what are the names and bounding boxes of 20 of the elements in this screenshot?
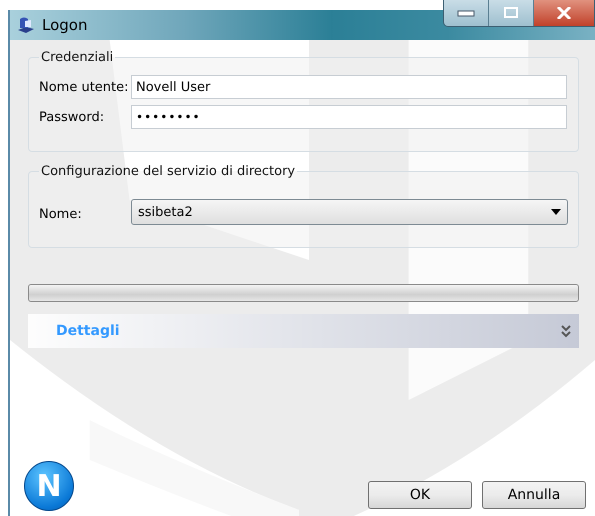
minimize-icon (457, 9, 475, 17)
group-title: Configurazione del servizio di directory (40, 164, 296, 179)
dialog-button[interactable]: OK (368, 481, 472, 509)
username-field[interactable]: Novell User (131, 75, 567, 99)
minimize-button[interactable] (444, 0, 489, 26)
maximize-icon (504, 7, 518, 19)
group-title: Credenziali (40, 50, 114, 65)
password-field[interactable]: •••••••• (131, 105, 567, 129)
close-button[interactable] (534, 0, 594, 26)
field-label: Password: (39, 110, 106, 124)
dropdown-arrow-icon (551, 209, 561, 215)
app-icon (16, 16, 36, 34)
window-title: Logon (42, 16, 88, 34)
chevron-down-icon (561, 324, 571, 338)
field-label: Nome: (39, 206, 83, 222)
close-icon (556, 7, 572, 19)
maximize-button[interactable] (489, 0, 534, 26)
directory-dropdown[interactable]: ssibeta2 (131, 199, 568, 225)
field-label: Nome utente: (39, 80, 130, 94)
dialog-button[interactable]: Annulla (482, 481, 586, 509)
